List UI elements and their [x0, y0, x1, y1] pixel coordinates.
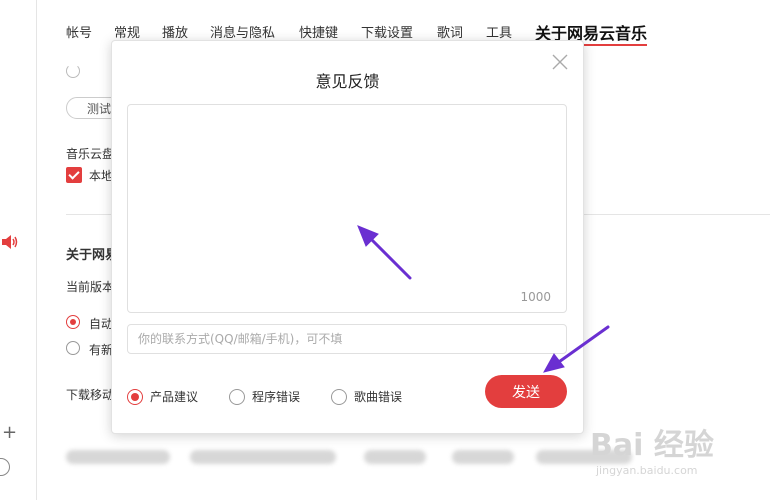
tab-download-settings[interactable]: 下载设置	[361, 22, 413, 41]
new-version-label: 有新	[89, 343, 114, 357]
blurred-link	[452, 450, 514, 464]
add-icon[interactable]: +	[2, 424, 17, 442]
char-limit-counter: 1000	[520, 290, 551, 304]
tab-account[interactable]: 帐号	[66, 22, 92, 41]
radio-icon[interactable]	[331, 389, 347, 405]
option-label: 歌曲错误	[354, 390, 403, 404]
cloud-label: 音乐云盘	[66, 147, 115, 161]
send-button[interactable]: 发送	[485, 375, 567, 408]
tab-general[interactable]: 常规	[114, 22, 140, 41]
speaker-icon[interactable]	[1, 234, 19, 250]
radio-icon[interactable]	[127, 389, 143, 405]
tab-playback[interactable]: 播放	[162, 22, 188, 41]
option-label: 程序错误	[252, 390, 301, 404]
feedback-dialog: 意见反馈 1000 产品建议 程序错误 歌曲错误 发送	[111, 40, 584, 434]
new-version-radio[interactable]	[66, 341, 80, 355]
option-label: 产品建议	[150, 390, 199, 404]
dialog-title: 意见反馈	[315, 72, 380, 91]
circle-icon[interactable]	[0, 458, 10, 476]
blurred-link	[364, 450, 426, 464]
left-rail: +	[0, 0, 37, 500]
tab-messages-privacy[interactable]: 消息与隐私	[210, 22, 275, 41]
radio-icon[interactable]	[229, 389, 245, 405]
tab-tools[interactable]: 工具	[486, 22, 512, 41]
contact-input[interactable]	[127, 324, 567, 354]
feedback-textarea[interactable]	[127, 104, 567, 313]
auto-update-label: 自动	[89, 317, 114, 331]
blurred-link	[536, 450, 632, 464]
close-icon[interactable]	[550, 52, 570, 72]
download-mobile-label: 下载移动	[66, 388, 115, 402]
tab-shortcuts[interactable]: 快捷键	[299, 22, 338, 41]
tab-lyrics[interactable]: 歌词	[437, 22, 463, 41]
blurred-link	[190, 450, 336, 464]
auto-update-radio[interactable]	[66, 315, 80, 329]
background-radio[interactable]	[66, 64, 80, 78]
watermark-url: jingyan.baidu.com	[596, 464, 698, 477]
local-checkbox[interactable]	[66, 167, 82, 183]
current-version-label: 当前版本	[66, 280, 115, 294]
blurred-link	[66, 450, 170, 464]
local-checkbox-label: 本地	[89, 169, 114, 183]
